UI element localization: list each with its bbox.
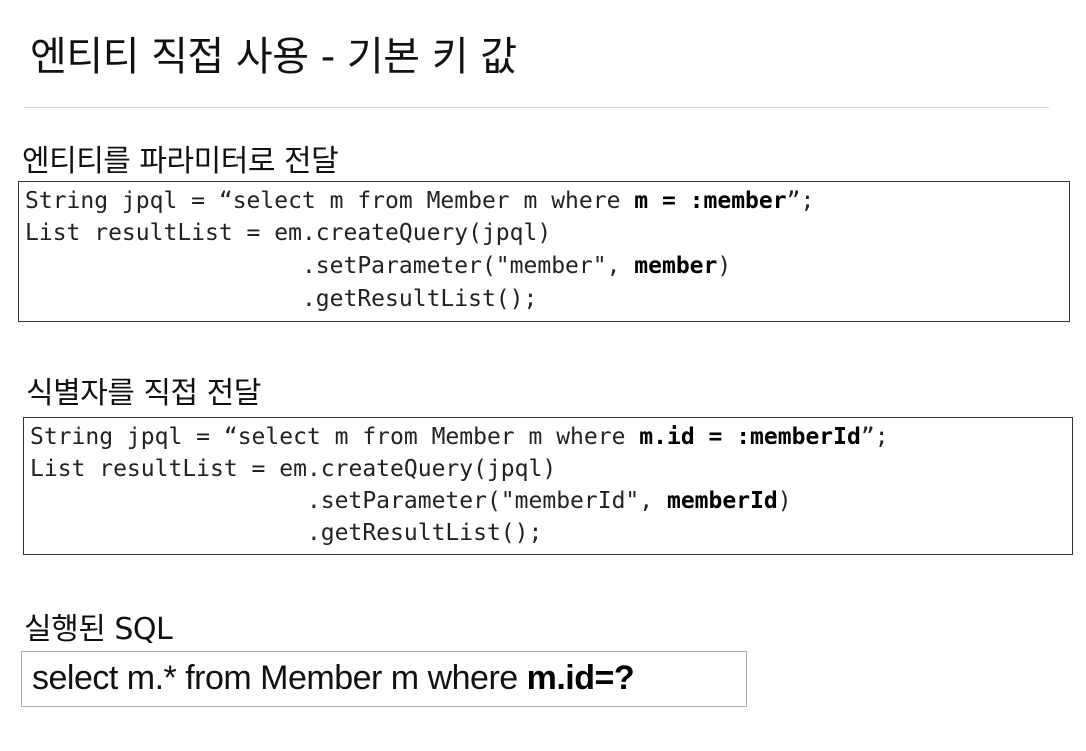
code-line: String jpql = “select m from Member m wh… [30, 424, 889, 450]
title-divider [24, 107, 1049, 108]
section-heading-id-param: 식별자를 직접 전달 [26, 376, 261, 411]
sql-box: select m.* from Member m where m.id=? [21, 651, 747, 707]
section-heading-executed-sql: 실행된 SQL [24, 612, 173, 647]
code-line: List resultList = em.createQuery(jpql) [30, 456, 557, 482]
code-block-id-param: String jpql = “select m from Member m wh… [23, 417, 1073, 555]
sql-statement: select m.* from Member m where m.id=? [32, 659, 635, 697]
code-line: String jpql = “select m from Member m wh… [25, 188, 815, 214]
code-line: .setParameter("memberId", memberId) [30, 488, 792, 514]
code-line: .getResultList(); [25, 286, 538, 312]
slide-title: 엔티티 직접 사용 - 기본 키 값 [30, 34, 517, 80]
code-line: List resultList = em.createQuery(jpql) [25, 220, 552, 246]
code-block-entity-param: String jpql = “select m from Member m wh… [18, 181, 1070, 322]
code-line: .getResultList(); [30, 520, 543, 546]
code-line: .setParameter("member", member) [25, 253, 732, 279]
section-heading-entity-param: 엔티티를 파라미터로 전달 [22, 144, 339, 179]
